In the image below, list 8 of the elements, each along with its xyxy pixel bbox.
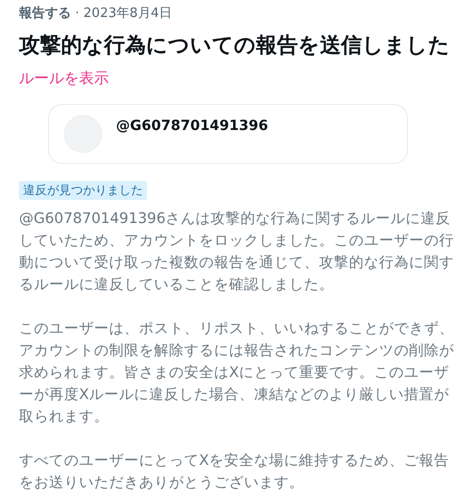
page-title: 攻撃的な行為についての報告を送信しました: [19, 32, 451, 59]
account-handle: @G6078701491396: [116, 118, 268, 134]
view-rules-link[interactable]: ルールを表示: [19, 68, 109, 88]
status-badge: 違反が見つかりました: [19, 181, 147, 200]
report-meta: 報告する · 2023年8月4日: [19, 4, 174, 23]
message-paragraph: @G6078701491396さんは攻撃的な行為に関するルールに違反していたため、アカウントをロックしました。このユーザーの行動について受け取った複数の報告を通じて、攻撃的な行為に関するルールに違反していることを確認しました。: [19, 209, 455, 295]
message-paragraph: このユーザーは、ポスト、リポスト、いいねすることができず、アカウントの制限を解除するには報告されたコンテンツの削除が求められます。皆さまの安全はXにとって重要です。このユーザーが再度Xルールに違反した場合、凍結などのより厳しい措置が取られます。: [19, 319, 455, 427]
message-paragraph: すべてのユーザーにとってXを安全な場に維持するため、ご報告をお送りいただきありがとうございます。: [19, 451, 450, 493]
